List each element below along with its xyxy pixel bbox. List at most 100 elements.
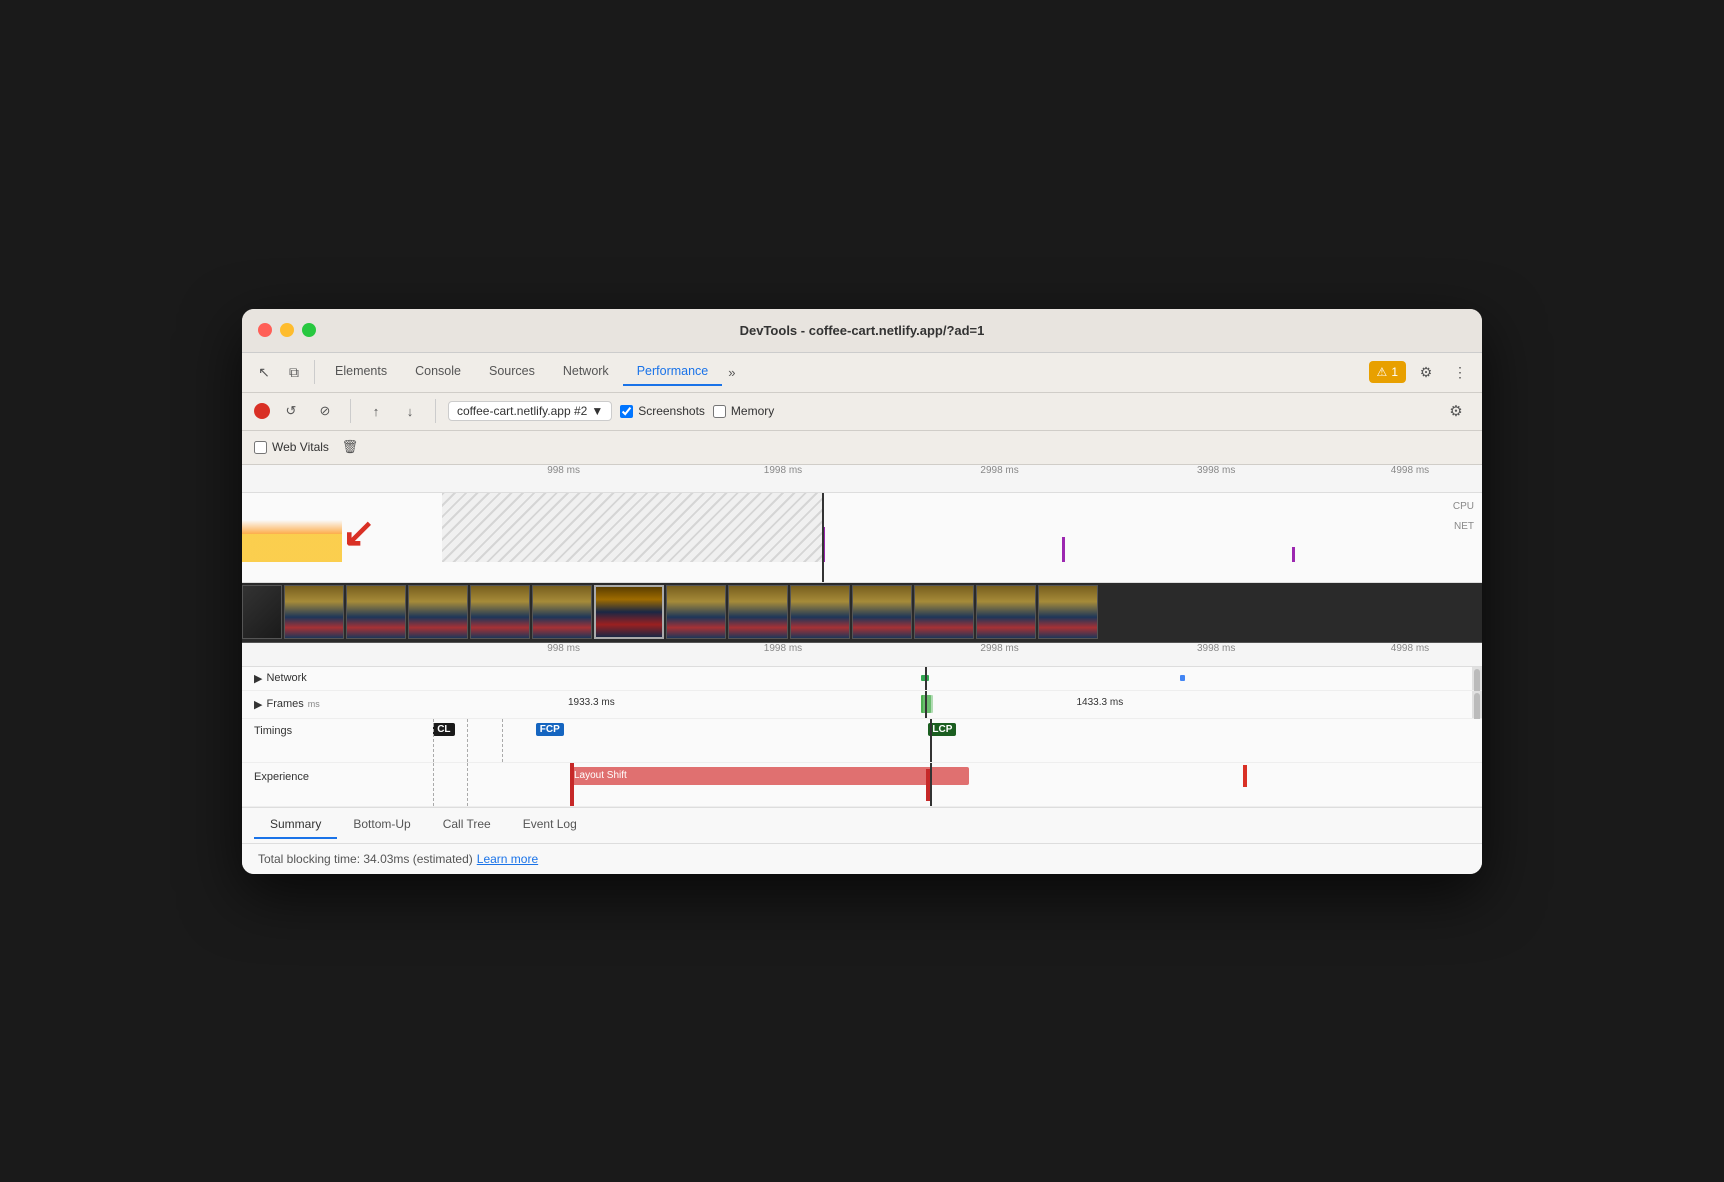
web-vitals-label[interactable]: Web Vitals	[254, 440, 329, 454]
download-btn[interactable]: ↓	[397, 398, 423, 424]
tab-event-log[interactable]: Event Log	[507, 811, 593, 839]
screenshot-initial	[242, 585, 282, 639]
expand-frames-icon: ▶	[254, 698, 262, 711]
settings-btn[interactable]: ⚙	[1412, 358, 1440, 386]
fcp-badge: FCP	[536, 723, 564, 736]
tab-performance[interactable]: Performance	[623, 358, 723, 386]
more-options-btn[interactable]: ⋮	[1446, 358, 1474, 386]
learn-more-link[interactable]: Learn more	[477, 852, 538, 866]
cpu-spike-2	[1062, 537, 1065, 562]
screenshots-label: Screenshots	[638, 404, 705, 418]
screenshot-4	[470, 585, 530, 639]
session-selector[interactable]: coffee-cart.netlify.app #2 ▼	[448, 401, 612, 421]
ruler-3998: 3998 ms	[1197, 465, 1235, 476]
minimize-button[interactable]	[280, 323, 294, 337]
cursor-icon-btn[interactable]: ↖	[250, 358, 278, 386]
screenshots-checkbox[interactable]	[620, 405, 633, 418]
timeline-area: 998 ms 1998 ms 2998 ms 3998 ms 4998 ms C…	[242, 465, 1482, 807]
bottom-tabs: Summary Bottom-Up Call Tree Event Log	[242, 807, 1482, 843]
exp-dash-2	[467, 763, 468, 806]
bottom-ruler: 998 ms 1998 ms 2998 ms 3998 ms 4998 ms	[242, 643, 1482, 667]
top-ruler: 998 ms 1998 ms 2998 ms 3998 ms 4998 ms	[242, 465, 1482, 493]
dash-3	[502, 719, 503, 762]
devtools-window: DevTools - coffee-cart.netlify.app/?ad=1…	[242, 309, 1482, 874]
record-btn[interactable]	[254, 403, 270, 419]
ruler-998: 998 ms	[547, 465, 580, 476]
experience-track-content: Layout Shift	[342, 763, 1482, 806]
expand-network-icon: ▶	[254, 672, 262, 685]
frames-vline	[925, 691, 927, 718]
main-toolbar: ↖ ⧉ Elements Console Sources Network Per…	[242, 353, 1482, 393]
tab-sources[interactable]: Sources	[475, 358, 549, 386]
track-scrollbar-1[interactable]	[1472, 667, 1482, 690]
network-track[interactable]: ▶ Network	[242, 667, 1482, 691]
performance-settings-btn[interactable]: ⚙	[1442, 397, 1470, 425]
upload-btn[interactable]: ↑	[363, 398, 389, 424]
toolbar-divider-2	[350, 399, 351, 423]
close-button[interactable]	[258, 323, 272, 337]
exp-vline	[930, 763, 932, 806]
ruler2-3998: 3998 ms	[1197, 643, 1235, 654]
warning-badge-btn[interactable]: ⚠ 1	[1369, 361, 1406, 383]
memory-checkbox[interactable]	[713, 405, 726, 418]
record-toolbar: ↺ ⊘ ↑ ↓ coffee-cart.netlify.app #2 ▼ Scr…	[242, 393, 1482, 431]
layers-icon-btn[interactable]: ⧉	[280, 358, 308, 386]
warning-icon: ⚠	[1377, 365, 1388, 379]
frames-track[interactable]: ▶ Frames ms 1933.3 ms 1433.3 ms	[242, 691, 1482, 719]
status-text: Total blocking time: 34.03ms (estimated)	[258, 852, 473, 866]
web-vitals-bar: Web Vitals 🗑	[242, 431, 1482, 465]
traffic-lights	[258, 323, 316, 337]
screenshot-2	[346, 585, 406, 639]
tab-console[interactable]: Console	[401, 358, 475, 386]
toolbar-divider-1	[314, 360, 315, 384]
stop-icon: ⊘	[320, 403, 331, 419]
ruler-2998: 2998 ms	[980, 465, 1018, 476]
gear-right-icon: ⚙	[1449, 402, 1462, 420]
status-bar: Total blocking time: 34.03ms (estimated)…	[242, 843, 1482, 874]
trash-icon: 🗑	[342, 439, 359, 455]
exp-red-thin	[1243, 765, 1247, 787]
track-scrollbar-2[interactable]	[1472, 691, 1482, 718]
tab-bottom-up[interactable]: Bottom-Up	[337, 811, 426, 839]
dash-1	[433, 719, 434, 762]
screenshot-3	[408, 585, 468, 639]
timings-vline	[930, 719, 932, 762]
layout-shift-start-marker	[570, 763, 574, 806]
ruler2-998: 998 ms	[547, 643, 580, 654]
frame-time-2: 1433.3 ms	[1077, 697, 1124, 708]
maximize-button[interactable]	[302, 323, 316, 337]
gear-icon: ⚙	[1420, 364, 1433, 381]
timings-track[interactable]: Timings CL FCP LCP	[242, 719, 1482, 763]
exp-dash-1	[433, 763, 434, 806]
stop-btn[interactable]: ⊘	[312, 398, 338, 424]
screenshots-checkbox-label[interactable]: Screenshots	[620, 404, 705, 418]
toolbar-divider-3	[435, 399, 436, 423]
screenshot-7	[728, 585, 788, 639]
frame-time-1: 1933.3 ms	[568, 697, 615, 708]
tab-network[interactable]: Network	[549, 358, 623, 386]
tab-summary[interactable]: Summary	[254, 811, 337, 839]
screenshot-8	[790, 585, 850, 639]
memory-checkbox-label[interactable]: Memory	[713, 404, 774, 418]
badge-count: 1	[1391, 365, 1398, 379]
network-track-content	[342, 667, 1472, 690]
ruler2-4998: 4998 ms	[1391, 643, 1429, 654]
screenshot-10	[914, 585, 974, 639]
frames-track-label: ▶ Frames ms	[242, 698, 342, 711]
ruler-4998: 4998 ms	[1391, 465, 1429, 476]
tab-elements[interactable]: Elements	[321, 358, 401, 386]
trash-btn[interactable]: 🗑	[337, 434, 363, 460]
web-vitals-checkbox[interactable]	[254, 441, 267, 454]
screenshots-strip	[242, 583, 1482, 643]
ruler2-1998: 1998 ms	[764, 643, 802, 654]
timings-track-content: CL FCP LCP	[342, 719, 1482, 762]
more-tabs-btn[interactable]: »	[722, 361, 741, 384]
layers-icon: ⧉	[289, 364, 299, 381]
tab-call-tree[interactable]: Call Tree	[427, 811, 507, 839]
minimap[interactable]: CPU NET ↙	[242, 493, 1482, 583]
screenshot-9	[852, 585, 912, 639]
experience-track[interactable]: Experience Layout Shift	[242, 763, 1482, 807]
refresh-btn[interactable]: ↺	[278, 398, 304, 424]
frames-track-content: 1933.3 ms 1433.3 ms	[342, 691, 1472, 718]
lcp-badge: LCP	[928, 723, 956, 736]
